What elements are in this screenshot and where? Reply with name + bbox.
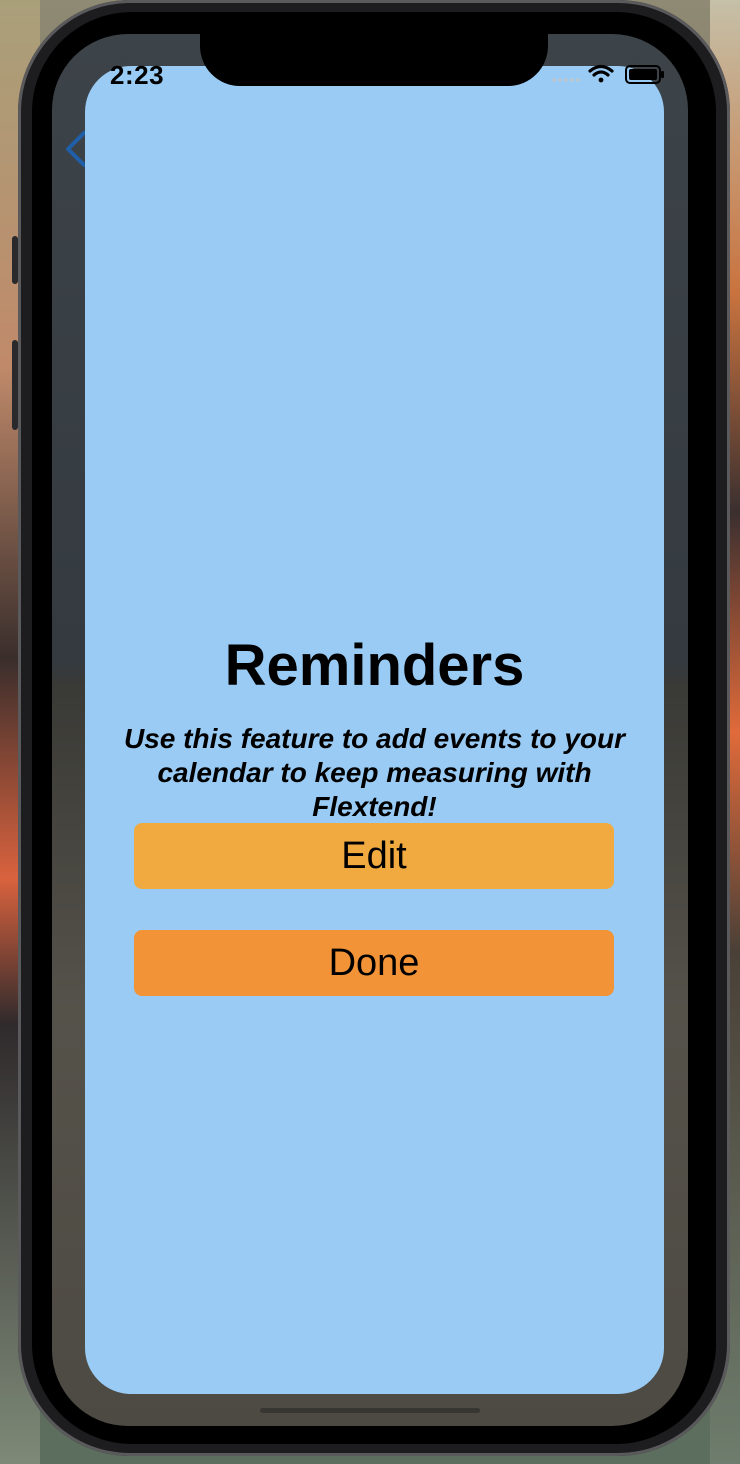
signal-icon bbox=[552, 78, 580, 82]
app-screen-background: Reminders Use this feature to add events… bbox=[52, 34, 688, 1426]
status-icons bbox=[552, 64, 664, 84]
battery-icon bbox=[625, 65, 664, 84]
wifi-icon bbox=[588, 64, 614, 83]
sheet-description: Use this feature to add events to your c… bbox=[124, 723, 625, 822]
done-button[interactable]: Done bbox=[134, 930, 614, 996]
status-time: 2:23 bbox=[110, 60, 165, 90]
edit-button[interactable]: Edit bbox=[134, 823, 614, 889]
reminders-sheet: Reminders Use this feature to add events… bbox=[85, 66, 664, 1394]
home-indicator bbox=[260, 1408, 480, 1413]
sheet-title: Reminders bbox=[224, 633, 525, 698]
notch bbox=[200, 34, 548, 86]
